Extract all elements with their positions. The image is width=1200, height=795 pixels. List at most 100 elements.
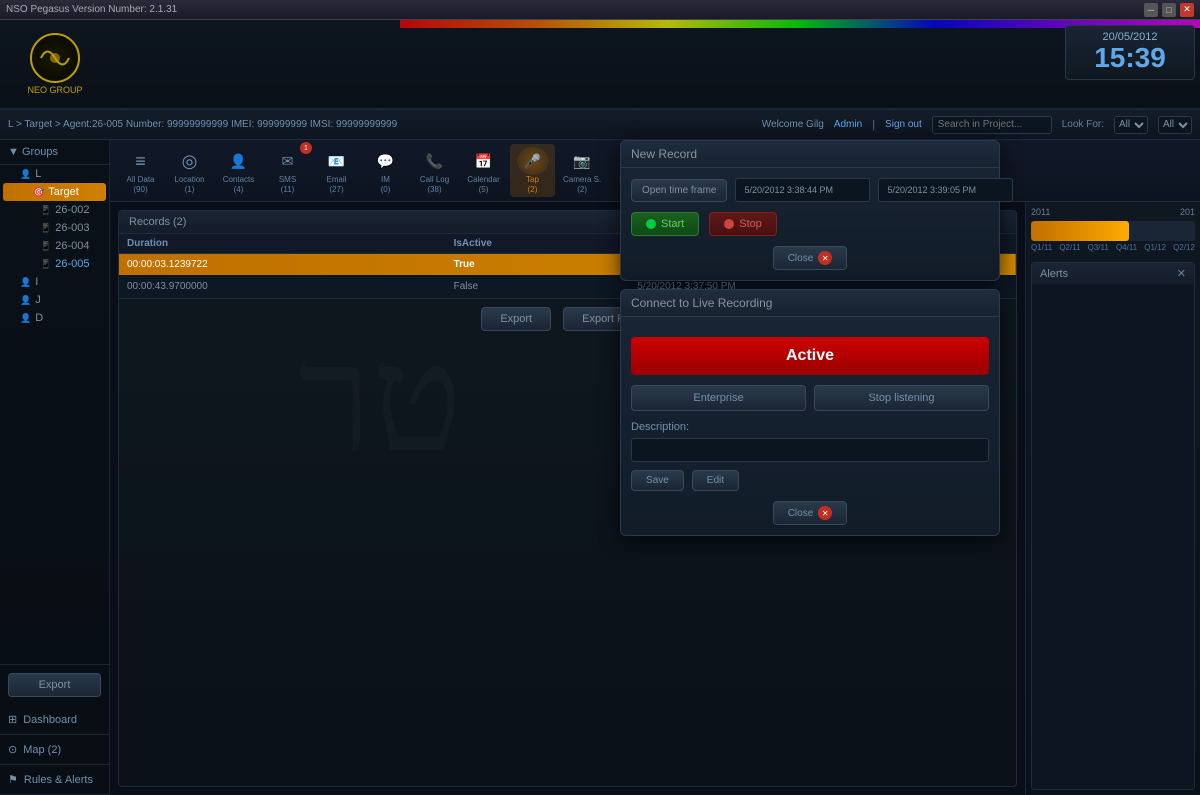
toolbar-location[interactable]: ◎ Location(1) — [167, 144, 212, 197]
timeline-header: 2011 201 — [1031, 207, 1195, 217]
person-icon-d: 👤 — [20, 313, 31, 324]
sidebar-item-target[interactable]: 🎯 Target — [3, 183, 106, 201]
email-icon: 📧 — [321, 147, 353, 175]
stop-button[interactable]: Stop — [709, 212, 777, 236]
live-recording-dialog: Connect to Live Recording Active Enterpr… — [620, 289, 1000, 536]
listen-row: Enterprise Stop listening — [631, 385, 989, 411]
new-record-dialog: New Record Open time frame Start Stop — [620, 140, 1000, 281]
cell-isactive: True — [446, 254, 630, 276]
time-display: 15:39 — [1076, 43, 1184, 74]
maximize-button[interactable]: □ — [1162, 3, 1176, 17]
export-records-button[interactable]: Export — [481, 307, 551, 331]
start-dot — [646, 219, 656, 229]
live-recording-close-button[interactable]: Close ✕ — [773, 501, 848, 525]
sidebar-item-d[interactable]: 👤 D — [0, 309, 109, 327]
alerts-panel: Alerts ✕ — [1031, 262, 1195, 790]
datetime-panel: 20/05/2012 15:39 — [1065, 25, 1195, 80]
close-button[interactable]: ✕ — [1180, 3, 1194, 17]
look-for-select-all[interactable]: All — [1114, 116, 1148, 134]
person-icon-i: 👤 — [20, 277, 31, 288]
toolbar-tap[interactable]: 🎤 Tap(2) — [510, 144, 555, 197]
look-for-select-all2[interactable]: All — [1158, 116, 1192, 134]
new-record-dialog-body: Open time frame Start Stop Close ✕ — [621, 168, 999, 280]
all-data-icon: ≡ — [125, 147, 157, 175]
main-layout: ▼ Groups 👤 L 🎯 Target 📱 26-002 📱 26-003 … — [0, 140, 1200, 795]
sidebar-item-26005[interactable]: 📱 26-005 — [0, 255, 109, 273]
look-for-label: Look For: — [1062, 119, 1104, 130]
dashboard-button[interactable]: ⊞ Dashboard — [0, 705, 109, 735]
title-bar-text: NSO Pegasus Version Number: 2.1.31 — [6, 4, 1144, 15]
live-close-circle-icon: ✕ — [818, 506, 832, 520]
sidebar-item-26003[interactable]: 📱 26-003 — [0, 219, 109, 237]
stop-dot — [724, 219, 734, 229]
alerts-header: Alerts ✕ — [1032, 263, 1194, 284]
sidebar-item-26004[interactable]: 📱 26-004 — [0, 237, 109, 255]
target-icon: 🎯 — [33, 187, 44, 198]
person-icon-j: 👤 — [20, 295, 31, 306]
groups-expand-icon: ▼ — [8, 146, 22, 158]
calendar-icon: 📅 — [468, 147, 500, 175]
description-input[interactable] — [631, 438, 989, 462]
welcome-text: Welcome Gilg — [762, 119, 824, 130]
toolbar-all-data[interactable]: ≡ All Data(90) — [118, 144, 163, 197]
live-recording-dialog-header: Connect to Live Recording — [621, 290, 999, 317]
im-icon: 💬 — [370, 147, 402, 175]
sidebar: ▼ Groups 👤 L 🎯 Target 📱 26-002 📱 26-003 … — [0, 140, 110, 795]
toolbar-sms[interactable]: ✉ 1 SMS(11) — [265, 144, 310, 197]
toolbar-calendar[interactable]: 📅 Calendar(5) — [461, 144, 506, 197]
title-bar-controls: ─ □ ✕ — [1144, 3, 1194, 17]
live-close-row: Close ✕ — [631, 501, 989, 525]
minimize-button[interactable]: ─ — [1144, 3, 1158, 17]
signout-link[interactable]: Sign out — [885, 119, 922, 130]
toolbar-call-log[interactable]: 📞 Call Log(38) — [412, 144, 457, 197]
cell-duration: 00:00:03.1239722 — [119, 254, 446, 276]
time-from-input[interactable] — [735, 178, 870, 202]
rules-icon: ⚑ — [8, 773, 18, 786]
time-to-input[interactable] — [878, 178, 1013, 202]
live-recording-dialog-body: Active Enterprise Stop listening Descrip… — [621, 317, 999, 535]
sms-badge: 1 — [300, 142, 312, 154]
toolbar-email[interactable]: 📧 Email(27) — [314, 144, 359, 197]
logo-circle — [30, 33, 80, 83]
timeline-year-right: 201 — [1180, 207, 1195, 217]
phone-icon: 📱 — [40, 205, 51, 216]
logo-group-text: NEO GROUP — [27, 85, 82, 95]
phone-icon-4: 📱 — [40, 259, 51, 270]
search-input[interactable] — [932, 116, 1052, 134]
save-button[interactable]: Save — [631, 470, 684, 491]
timeline-fill — [1031, 221, 1129, 241]
right-panel: 2011 201 Q1/11 Q2/11 Q3/11 Q4/11 Q1/12 Q… — [1025, 202, 1200, 795]
new-record-close-button[interactable]: Close ✕ — [773, 246, 848, 270]
rules-alerts-button[interactable]: ⚑ Rules & Alerts — [0, 765, 109, 795]
timeline-bar[interactable] — [1031, 221, 1195, 241]
close-circle-icon: ✕ — [818, 251, 832, 265]
cell-isactive: False — [446, 276, 630, 298]
export-button[interactable]: Export — [8, 673, 101, 697]
map-icon: ⊙ — [8, 743, 17, 756]
stop-listening-button[interactable]: Stop listening — [814, 385, 989, 411]
timeline-area: 2011 201 Q1/11 Q2/11 Q3/11 Q4/11 Q1/12 Q… — [1026, 202, 1200, 257]
toolbar-contacts[interactable]: 👤 Contacts(4) — [216, 144, 261, 197]
map-button[interactable]: ⊙ Map (2) — [0, 735, 109, 765]
toolbar-im[interactable]: 💬 IM(0) — [363, 144, 408, 197]
sidebar-item-26002[interactable]: 📱 26-002 — [0, 201, 109, 219]
enterprise-button[interactable]: Enterprise — [631, 385, 806, 411]
save-edit-row: Save Edit — [631, 470, 989, 491]
overlay-area: New Record Open time frame Start Stop — [620, 140, 1000, 536]
edit-button[interactable]: Edit — [692, 470, 739, 491]
phone-icon-3: 📱 — [40, 241, 51, 252]
start-button[interactable]: Start — [631, 212, 699, 236]
col-duration: Duration — [119, 234, 446, 254]
dashboard-icon: ⊞ — [8, 713, 17, 726]
sidebar-item-i[interactable]: 👤 I — [0, 273, 109, 291]
sidebar-item-l[interactable]: 👤 L — [0, 165, 109, 183]
open-time-frame-button[interactable]: Open time frame — [631, 179, 727, 202]
toolbar-camera[interactable]: 📷 Camera S.(2) — [559, 144, 605, 197]
phone-icon-2: 📱 — [40, 223, 51, 234]
new-record-dialog-header: New Record — [621, 141, 999, 168]
admin-link[interactable]: Admin — [834, 119, 862, 130]
sidebar-item-j[interactable]: 👤 J — [0, 291, 109, 309]
top-nav: L > Target > Agent:26-005 Number: 999999… — [0, 110, 1200, 140]
alerts-title: Alerts — [1040, 268, 1068, 280]
alerts-close-icon[interactable]: ✕ — [1177, 267, 1186, 280]
